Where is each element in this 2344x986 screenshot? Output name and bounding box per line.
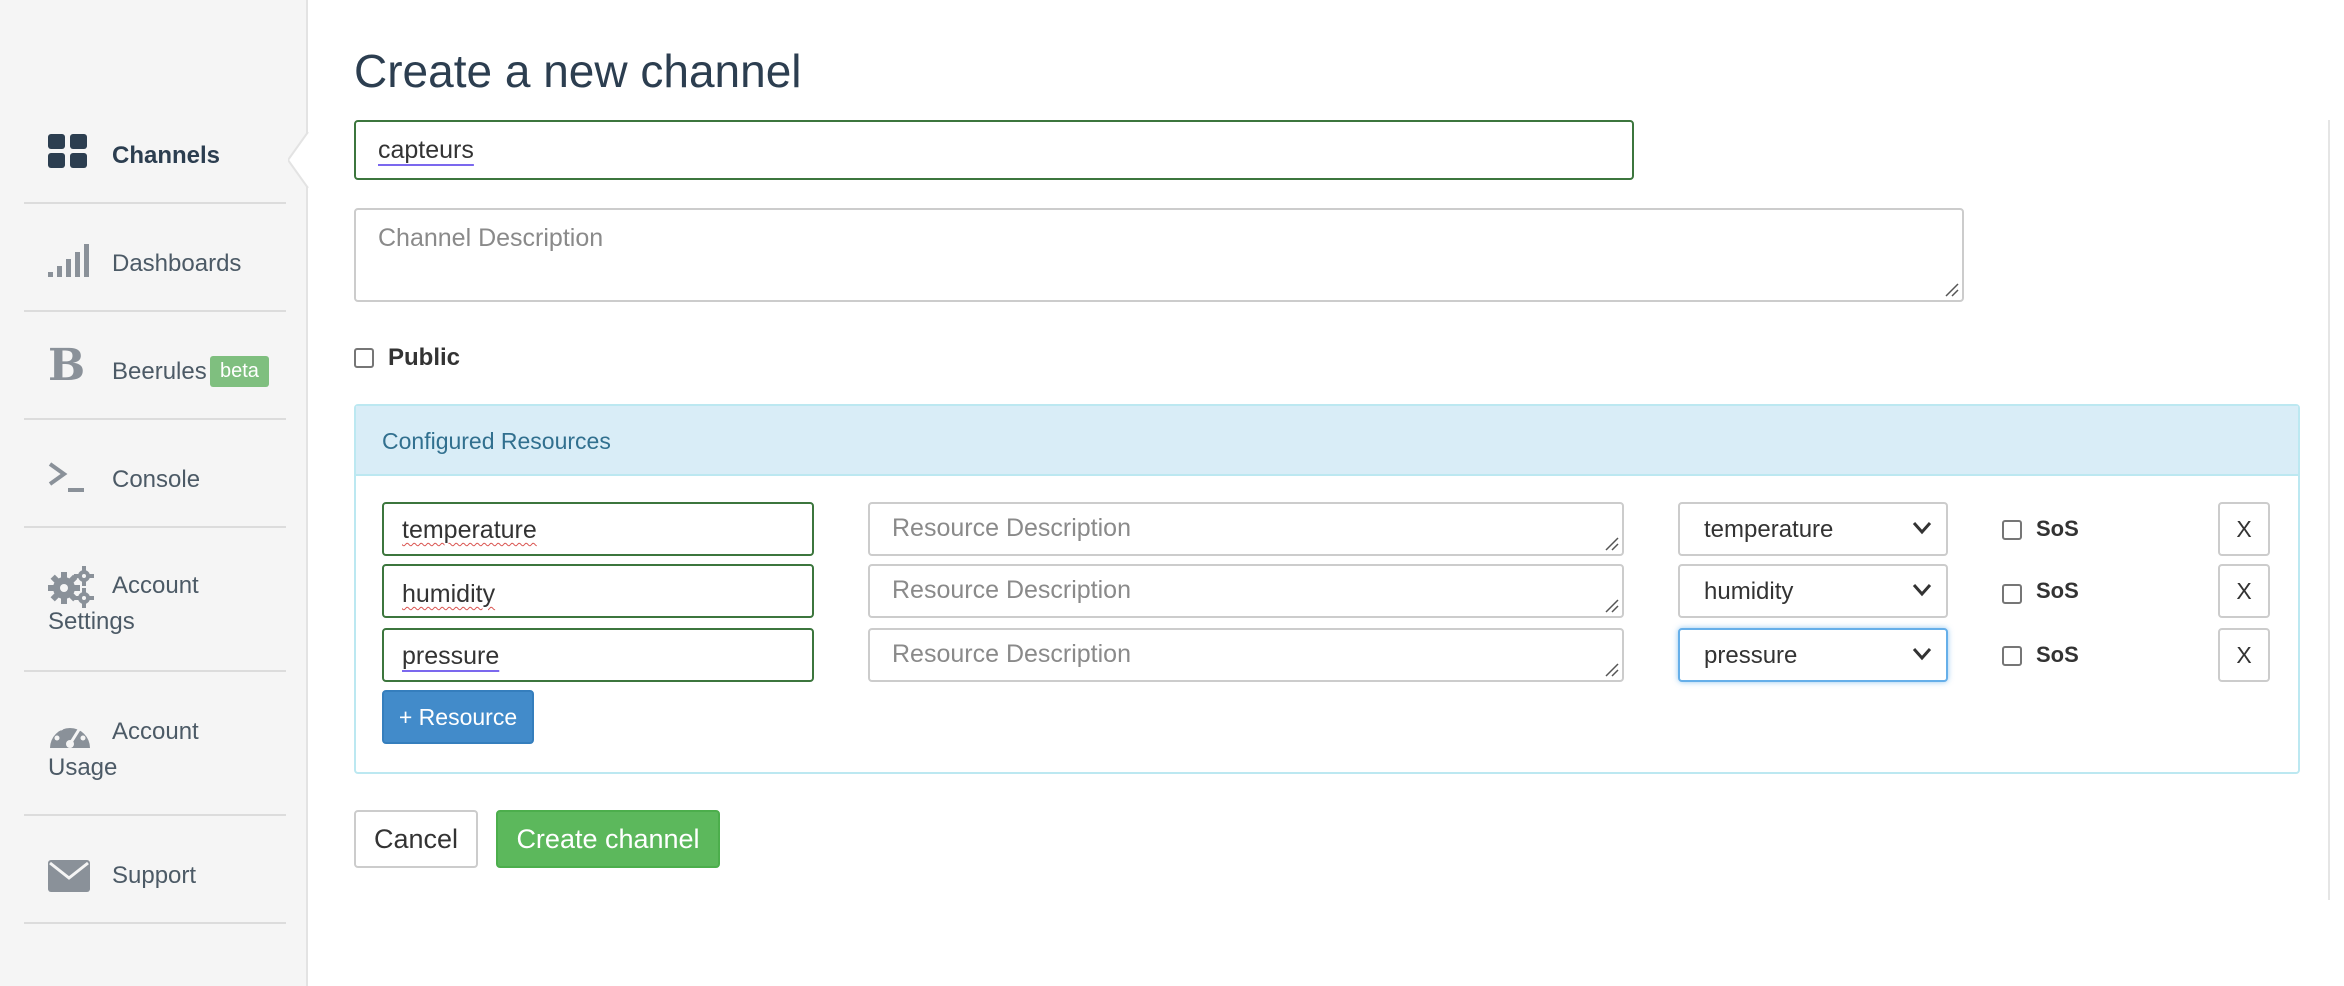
cancel-button[interactable]: Cancel xyxy=(354,810,478,868)
remove-resource-button[interactable]: X xyxy=(2218,628,2270,682)
panel-heading: Configured Resources xyxy=(356,406,2298,476)
sidebar-item-dashboards[interactable]: Dashboards xyxy=(24,204,286,312)
sidebar-item-label: Console xyxy=(112,466,201,493)
resource-description-field[interactable] xyxy=(868,628,1624,682)
resource-type-select[interactable]: temperature xyxy=(1678,502,1948,556)
envelope-icon xyxy=(48,860,90,899)
sidebar-item-label-line2: Usage xyxy=(48,754,118,781)
sidebar-item-account-settings[interactable]: Account Settings xyxy=(24,528,286,672)
create-channel-button[interactable]: Create channel xyxy=(496,810,720,868)
sos-checkbox[interactable] xyxy=(2002,646,2022,666)
remove-resource-button[interactable]: X xyxy=(2218,502,2270,556)
channel-description-field[interactable] xyxy=(354,208,1964,302)
sidebar-item-label-line1: Account xyxy=(112,572,199,599)
chevron-down-icon xyxy=(1912,584,1932,597)
sidebar-item-label: Dashboards xyxy=(112,250,242,277)
sidebar-item-channels[interactable]: Channels xyxy=(24,126,286,204)
active-indicator-arrow xyxy=(288,132,322,188)
sos-checkbox[interactable] xyxy=(2002,520,2022,540)
resource-name-input[interactable] xyxy=(382,564,814,618)
resize-handle-icon[interactable] xyxy=(1604,536,1620,552)
sidebar-item-console[interactable]: Console xyxy=(24,420,286,528)
resize-handle-icon[interactable] xyxy=(1604,598,1620,614)
sos-checkbox[interactable] xyxy=(2002,584,2022,604)
chevron-down-icon xyxy=(1912,648,1932,661)
sidebar-item-support[interactable]: Support xyxy=(24,816,286,924)
sidebar-item-label: Support xyxy=(112,862,197,889)
resource-description-field[interactable] xyxy=(868,564,1624,618)
sidebar-item-account-usage[interactable]: Account Usage xyxy=(24,672,286,816)
sidebar-item-beerules[interactable]: B Beerules beta xyxy=(24,312,286,420)
resource-name-input[interactable] xyxy=(382,628,814,682)
remove-resource-button[interactable]: X xyxy=(2218,564,2270,618)
resource-name-input[interactable] xyxy=(382,502,814,556)
dashboard-gauge-icon xyxy=(48,716,92,759)
resource-type-value: humidity xyxy=(1704,578,1794,605)
sidebar-item-label: Beerules xyxy=(112,358,207,385)
resource-type-value: pressure xyxy=(1704,642,1798,669)
sidebar-item-label-line1: Account xyxy=(112,718,199,745)
beta-badge: beta xyxy=(210,356,269,387)
channel-name-input[interactable] xyxy=(354,120,1634,180)
sidebar: Channels Dashboards B Beerules beta Cons… xyxy=(0,0,308,986)
resource-type-value: temperature xyxy=(1704,516,1834,543)
sos-label: SoS xyxy=(2036,516,2079,541)
resource-description-field[interactable] xyxy=(868,502,1624,556)
resize-handle-icon[interactable] xyxy=(1604,662,1620,678)
resource-type-select[interactable]: humidity xyxy=(1678,564,1948,618)
public-checkbox[interactable] xyxy=(354,348,374,368)
b-letter-icon: B xyxy=(48,340,86,391)
chevron-down-icon xyxy=(1912,522,1932,535)
resize-handle-icon[interactable] xyxy=(1944,282,1960,298)
panel-heading-text: Configured Resources xyxy=(382,428,611,454)
sidebar-item-label-line2: Settings xyxy=(48,608,135,635)
signal-bars-icon xyxy=(48,244,90,285)
sos-label: SoS xyxy=(2036,642,2079,667)
resource-type-select[interactable]: pressure xyxy=(1678,628,1948,682)
sidebar-item-label: Channels xyxy=(112,142,221,169)
add-resource-button[interactable]: + Resource xyxy=(382,690,534,744)
terminal-icon xyxy=(48,460,88,501)
content-divider xyxy=(2328,120,2330,900)
grid-icon xyxy=(48,134,88,177)
public-label: Public xyxy=(388,344,461,371)
sos-label: SoS xyxy=(2036,578,2079,603)
page-title: Create a new channel xyxy=(354,45,802,97)
